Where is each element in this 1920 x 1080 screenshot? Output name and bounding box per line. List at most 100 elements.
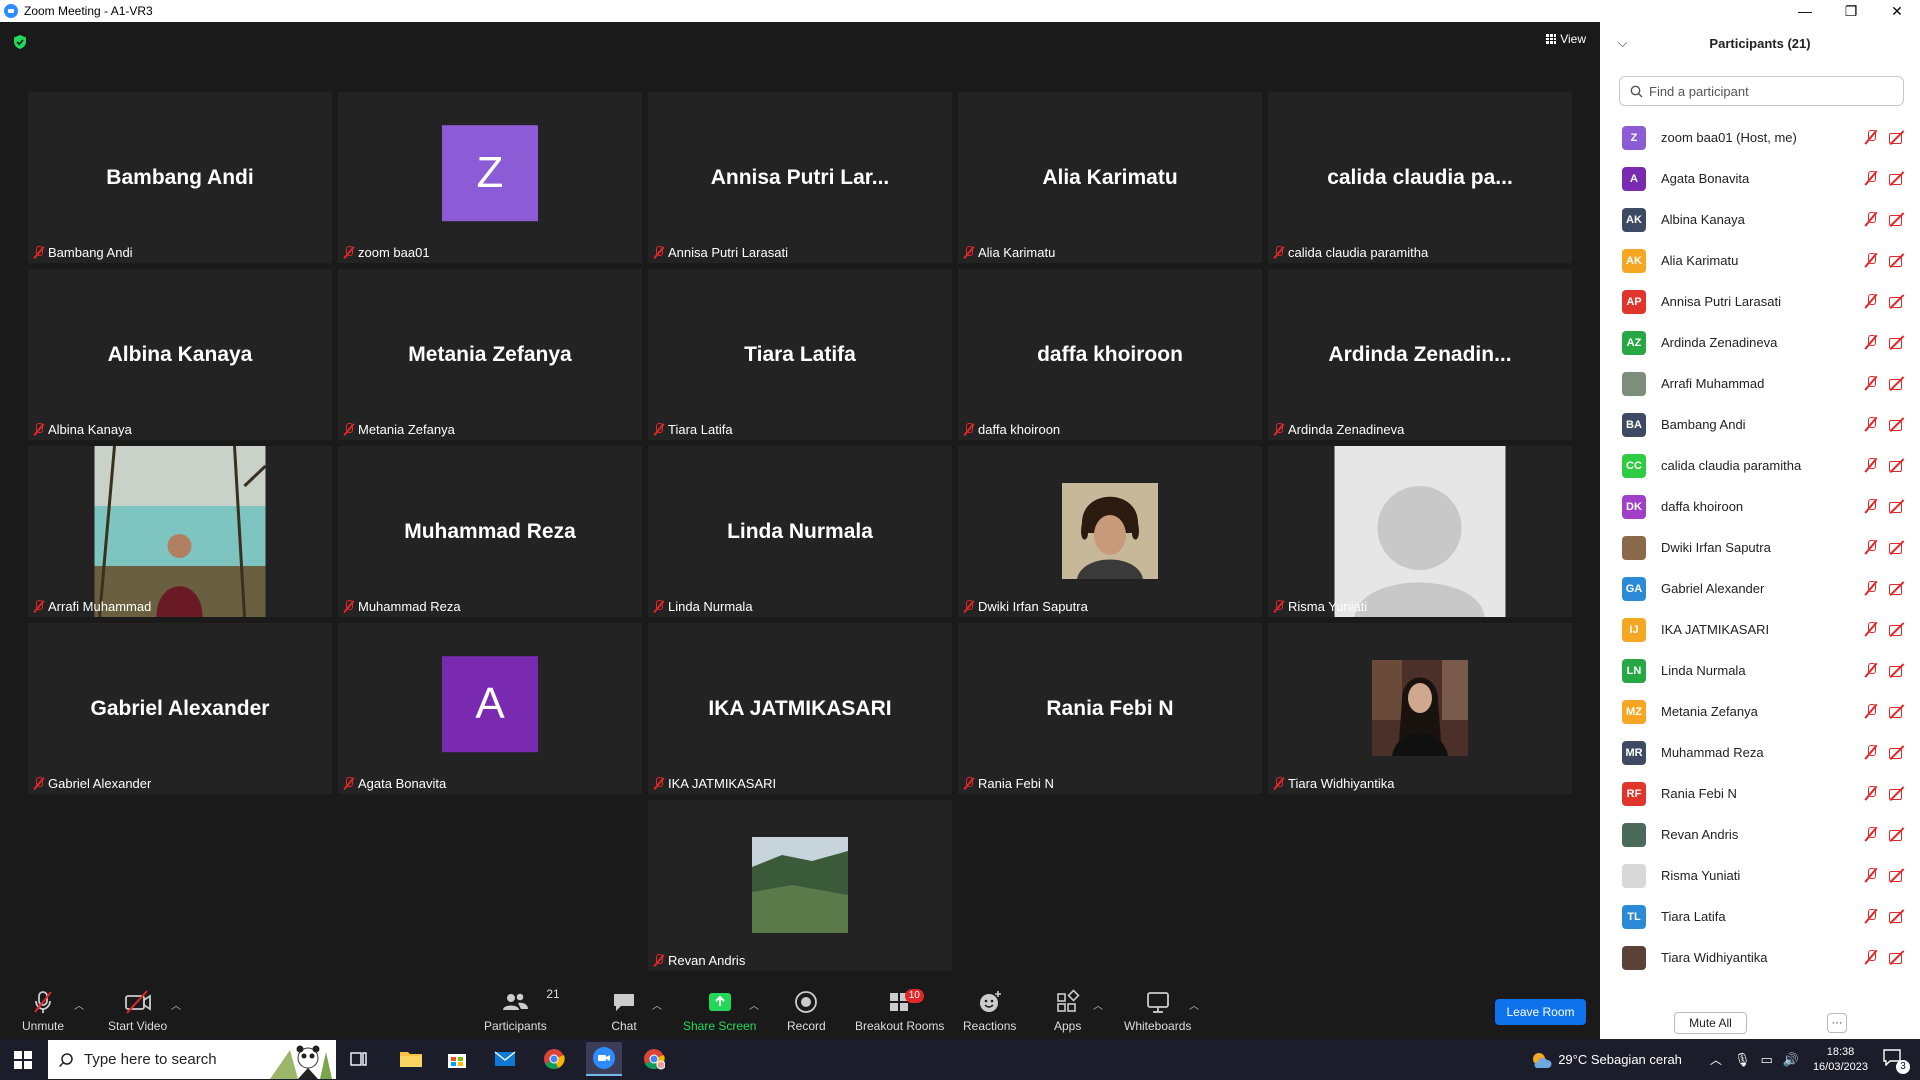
video-tile[interactable]: Ardinda Zenadin... Ardinda Zenadineva [1268, 269, 1572, 440]
participant-list-item[interactable]: MZ Metania Zefanya [1600, 691, 1920, 732]
start-video-button[interactable]: Start Video [108, 989, 167, 1033]
chat-icon [614, 994, 634, 1011]
participant-name: Metania Zefanya [1661, 704, 1758, 719]
participant-avatar [1622, 535, 1646, 560]
participant-list-item[interactable]: Risma Yuniati [1600, 855, 1920, 896]
whiteboard-options-caret[interactable]: ︿ [1189, 997, 1199, 1012]
participant-list-item[interactable]: IJ IKA JATMIKASARI [1600, 609, 1920, 650]
microsoft-store-icon[interactable] [444, 1046, 470, 1072]
video-tile[interactable]: Albina Kanaya Albina Kanaya [28, 269, 332, 440]
task-view-icon[interactable] [346, 1046, 372, 1072]
participant-search-input[interactable] [1649, 83, 1889, 99]
video-off-icon [1888, 703, 1906, 719]
video-tile[interactable]: Gabriel Alexander Gabriel Alexander [28, 623, 332, 794]
close-button[interactable]: ✕ [1874, 0, 1920, 22]
participant-list-item[interactable]: AP Annisa Putri Larasati [1600, 281, 1920, 322]
video-tile[interactable]: calida claudia pa... calida claudia param… [1268, 92, 1572, 263]
video-tile[interactable]: Rania Febi N Rania Febi N [958, 623, 1262, 794]
participant-list-item[interactable]: A Agata Bonavita [1600, 158, 1920, 199]
record-button[interactable]: Record [787, 989, 826, 1033]
video-tile[interactable]: Linda Nurmala Linda Nurmala [648, 446, 952, 617]
reactions-button[interactable]: Reactions [963, 989, 1016, 1033]
minimize-button[interactable]: — [1782, 0, 1828, 22]
clock[interactable]: 18:38 16/03/2023 [1813, 1045, 1868, 1075]
window-title: Zoom Meeting - A1-VR3 [24, 4, 153, 18]
mail-icon[interactable] [492, 1046, 518, 1072]
network-icon[interactable]: ▭ [1760, 1052, 1772, 1068]
chrome-icon[interactable] [541, 1046, 567, 1072]
participant-list-item[interactable]: Revan Andris [1600, 814, 1920, 855]
unmute-button[interactable]: Unmute [22, 989, 64, 1033]
share-options-caret[interactable]: ︿ [749, 997, 759, 1012]
taskbar-search-box[interactable]: Type here to search [48, 1040, 336, 1079]
video-tile[interactable]: Tiara Latifa Tiara Latifa [648, 269, 952, 440]
video-tile[interactable]: IKA JATMIKASARI IKA JATMIKASARI [648, 623, 952, 794]
participant-list-item[interactable]: Zzoom baa01 (Host, me) [1600, 117, 1920, 158]
view-button[interactable]: View [1546, 32, 1586, 46]
apps-options-caret[interactable]: ︿ [1093, 997, 1103, 1012]
tile-display-name: Linda Nurmala [727, 519, 873, 543]
volume-icon[interactable]: 🔊 [1783, 1052, 1799, 1068]
breakout-rooms-button[interactable]: 10 Breakout Rooms [855, 989, 944, 1033]
tile-name-label: Albina Kanaya [33, 420, 132, 438]
tile-display-name: IKA JATMIKASARI [708, 696, 892, 720]
weather-text[interactable]: 29°C Sebagian cerah [1558, 1052, 1682, 1067]
participant-list-item[interactable]: Tiara Widhiyantika [1600, 937, 1920, 978]
participant-list-item[interactable]: Dwiki Irfan Saputra [1600, 527, 1920, 568]
video-tile[interactable]: Tiara Widhiyantika [1268, 623, 1572, 794]
video-tile[interactable]: Bambang Andi Bambang Andi [28, 92, 332, 263]
zoom-taskbar-icon[interactable] [586, 1042, 622, 1076]
participant-list-item[interactable]: AK Alia Karimatu [1600, 240, 1920, 281]
video-off-icon [1888, 498, 1906, 514]
video-off-icon [1888, 416, 1906, 432]
security-shield-icon[interactable] [12, 34, 28, 50]
microphone-tray-icon[interactable]: 🎙 [1734, 1052, 1751, 1068]
maximize-button[interactable]: ❐ [1828, 0, 1874, 22]
video-tile[interactable]: Arrafi Muhammad [28, 446, 332, 617]
participant-name: Dwiki Irfan Saputra [1661, 540, 1771, 555]
chrome-profile-icon[interactable] [641, 1046, 667, 1072]
participant-list-item[interactable]: TL Tiara Latifa [1600, 896, 1920, 937]
participant-list-item[interactable]: RF Rania Febi N [1600, 773, 1920, 814]
participant-list-item[interactable]: BA Bambang Andi [1600, 404, 1920, 445]
video-tile[interactable]: daffa khoiroon daffa khoiroon [958, 269, 1262, 440]
video-tile[interactable]: Zzoom baa01 [338, 92, 642, 263]
participants-button[interactable]: 21 Participants [484, 987, 560, 1033]
mic-muted-icon [1273, 245, 1284, 259]
audio-options-caret[interactable]: ︿ [74, 997, 84, 1012]
file-explorer-icon[interactable] [398, 1046, 424, 1072]
chat-options-caret[interactable]: ︿ [652, 997, 662, 1012]
video-tile[interactable]: Metania Zefanya Metania Zefanya [338, 269, 642, 440]
windows-start-icon[interactable] [14, 1051, 32, 1069]
leave-room-button[interactable]: Leave Room [1495, 999, 1586, 1025]
video-tile[interactable]: Revan Andris [648, 800, 952, 971]
participant-list-item[interactable]: GA Gabriel Alexander [1600, 568, 1920, 609]
participant-list-item[interactable]: AZ Ardinda Zenadineva [1600, 322, 1920, 363]
show-hidden-icons-chevron-icon[interactable]: ︿ [1710, 1051, 1722, 1068]
video-tile[interactable]: Dwiki Irfan Saputra [958, 446, 1262, 617]
video-tile[interactable]: Risma Yuniati [1268, 446, 1572, 617]
video-tile[interactable]: Annisa Putri Lar... Annisa Putri Larasati [648, 92, 952, 263]
participant-list-item[interactable]: Arrafi Muhammad [1600, 363, 1920, 404]
participant-list-item[interactable]: CC calida claudia paramitha [1600, 445, 1920, 486]
participant-name: Ardinda Zenadineva [1661, 335, 1778, 350]
video-off-icon [1888, 129, 1906, 145]
more-options-button[interactable]: ··· [1827, 1013, 1847, 1033]
whiteboards-button[interactable]: Whiteboards [1124, 989, 1191, 1033]
video-off-icon [1888, 211, 1906, 227]
participant-list-item[interactable]: LN Linda Nurmala [1600, 650, 1920, 691]
participant-list-item[interactable]: DK daffa khoiroon [1600, 486, 1920, 527]
video-tile[interactable]: Alia Karimatu Alia Karimatu [958, 92, 1262, 263]
participant-search-box[interactable] [1619, 76, 1904, 106]
tile-name-label: Risma Yuniati [1273, 597, 1367, 615]
apps-button[interactable]: Apps [1054, 989, 1081, 1033]
share-screen-button[interactable]: Share Screen [683, 989, 756, 1033]
video-options-caret[interactable]: ︿ [171, 997, 181, 1012]
mute-all-button[interactable]: Mute All [1674, 1012, 1747, 1034]
chat-button[interactable]: Chat [611, 989, 637, 1033]
video-tile[interactable]: Muhammad Reza Muhammad Reza [338, 446, 642, 617]
participant-list-item[interactable]: MR Muhammad Reza [1600, 732, 1920, 773]
notification-center-icon[interactable]: 3 [1882, 1048, 1910, 1074]
participant-list-item[interactable]: AK Albina Kanaya [1600, 199, 1920, 240]
video-tile[interactable]: A Agata Bonavita [338, 623, 642, 794]
